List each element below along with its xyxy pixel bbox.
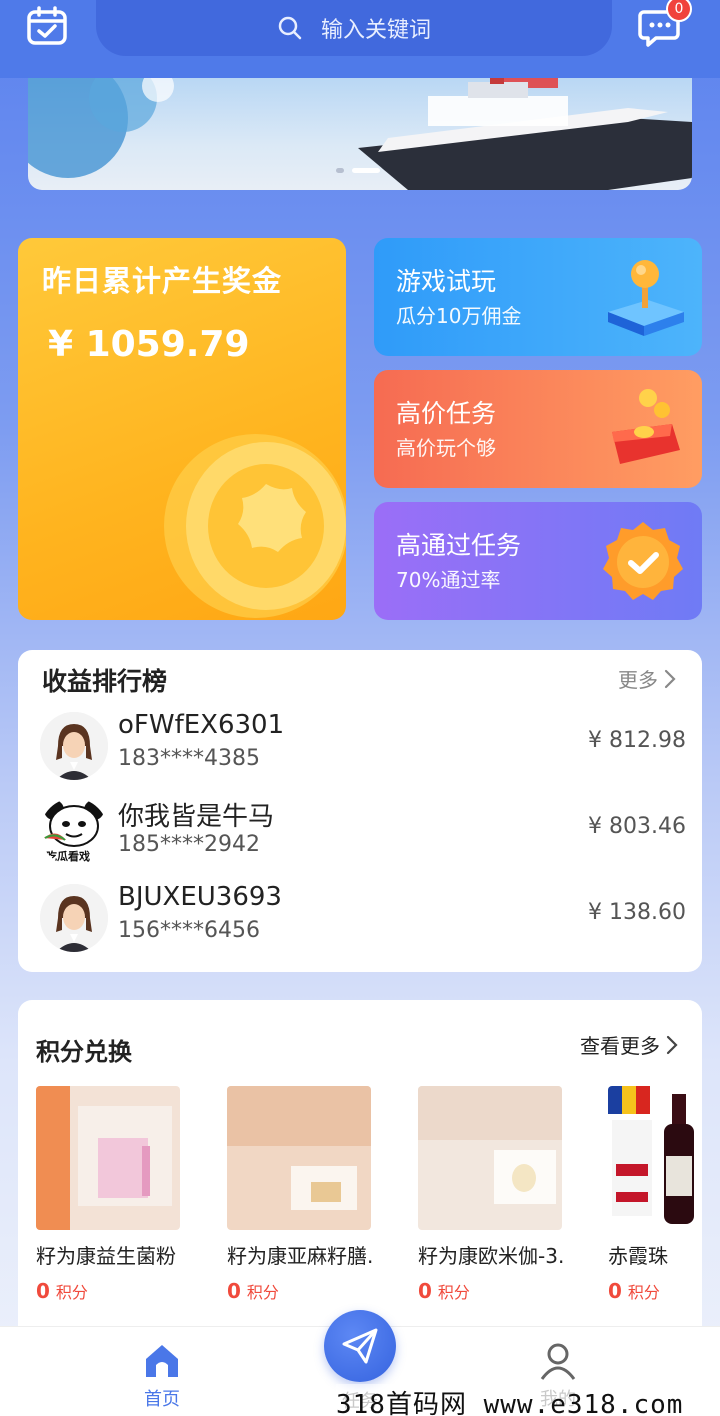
points-value: 0 [608, 1279, 622, 1303]
wallet-coins-icon [612, 389, 680, 464]
red-wine-product-image [608, 1086, 702, 1230]
joystick-icon [608, 260, 684, 336]
product-points: 0 积分 [36, 1279, 182, 1303]
earnings-ranking-panel: 收益排行榜 更多 oFWfEX6301 183****4385 ¥ 812.98 [18, 650, 702, 972]
task-fab-button[interactable] [324, 1310, 396, 1382]
chevron-right-icon [666, 1035, 678, 1054]
woman-avatar-icon [40, 712, 108, 780]
ranking-row[interactable]: oFWfEX6301 183****4385 ¥ 812.98 [40, 710, 686, 792]
search-bar[interactable]: 输入关键词 [96, 0, 612, 56]
game-trial-card[interactable]: 游戏试玩 瓜分10万佣金 [374, 238, 702, 356]
carousel-indicator [336, 168, 380, 173]
points-unit: 积分 [627, 1283, 660, 1302]
chevron-right-icon [664, 669, 676, 688]
ranking-title: 收益排行榜 [42, 667, 168, 696]
ranking-username: BJUXEU3693 [118, 882, 282, 912]
avatar-caption: 吃瓜看戏 [46, 850, 90, 863]
site-watermark: 318首码网 www.e318.com [336, 1384, 684, 1416]
product-points: 0 积分 [227, 1279, 373, 1303]
product-card[interactable]: 籽为康亚麻籽膳... 0 积分 [227, 1086, 373, 1303]
high-pass-task-card[interactable]: 高通过任务 70%通过率 [374, 502, 702, 620]
points-unit: 积分 [437, 1283, 470, 1302]
product-name: 籽为康益生菌粉 [36, 1244, 176, 1268]
paper-plane-icon [342, 1328, 378, 1364]
high-price-task-card[interactable]: 高价任务 高价玩个够 [374, 370, 702, 488]
carousel-dot[interactable] [336, 168, 344, 173]
ranking-row[interactable]: 吃瓜看戏 你我皆是牛马 185****2942 ¥ 803.46 [40, 798, 686, 878]
omega3-product-image [418, 1086, 562, 1230]
top-header: 输入关键词 0 [0, 0, 720, 78]
product-points: 0 积分 [418, 1279, 564, 1303]
points-more-label: 查看更多 [580, 1034, 660, 1058]
flaxseed-product-image [227, 1086, 371, 1230]
ranking-username: oFWfEX6301 [118, 710, 285, 740]
ranking-amount: ¥ 138.60 [588, 900, 686, 925]
home-icon [146, 1345, 178, 1377]
ranking-username: 你我皆是牛马 [118, 802, 275, 832]
task-subtitle: 70%通过率 [396, 568, 501, 592]
points-value: 0 [418, 1279, 432, 1303]
ranking-row[interactable]: BJUXEU3693 156****6456 ¥ 138.60 [40, 882, 686, 964]
ranking-amount: ¥ 803.46 [588, 814, 686, 839]
points-exchange-panel: 积分兑换 查看更多 籽为康益生菌粉 0 积分 籽为康亚麻籽膳... 0 积分 籽… [18, 1000, 702, 1326]
product-card[interactable]: 赤霞珠 0 积分 [608, 1086, 702, 1303]
points-value: 0 [36, 1279, 50, 1303]
product-name: 赤霞珠 [608, 1244, 668, 1268]
nav-home[interactable]: 首页 [112, 1341, 212, 1411]
task-title: 高价任务 [396, 399, 497, 428]
product-points: 0 积分 [608, 1279, 702, 1303]
bonus-title: 昨日累计产生奖金 [42, 264, 283, 298]
ranking-more-link[interactable]: 更多 [618, 664, 676, 693]
gold-coin-icon [164, 434, 346, 618]
user-icon [540, 1343, 576, 1380]
yesterday-bonus-card[interactable]: 昨日累计产生奖金 ¥ 1059.79 [18, 238, 346, 620]
nav-home-label: 首页 [144, 1389, 180, 1410]
probiotic-product-image [36, 1086, 180, 1230]
banner-carousel[interactable] [28, 78, 692, 190]
product-name: 籽为康欧米伽-3... [418, 1244, 564, 1268]
product-card[interactable]: 籽为康欧米伽-3... 0 积分 [418, 1086, 564, 1303]
cruise-ship-banner-image [28, 78, 692, 190]
points-title: 积分兑换 [36, 1038, 132, 1066]
search-placeholder: 输入关键词 [320, 18, 431, 43]
product-name: 籽为康亚麻籽膳... [227, 1244, 373, 1268]
panda-meme-avatar-icon: 吃瓜看戏 [40, 798, 108, 866]
task-title: 游戏试玩 [396, 267, 497, 296]
points-more-link[interactable]: 查看更多 [580, 1030, 678, 1059]
woman-avatar-icon [40, 884, 108, 952]
search-icon [278, 16, 302, 40]
ranking-amount: ¥ 812.98 [588, 728, 686, 753]
ranking-phone: 183****4385 [118, 746, 260, 771]
task-subtitle: 瓜分10万佣金 [396, 304, 522, 328]
points-value: 0 [227, 1279, 241, 1303]
ranking-more-label: 更多 [618, 668, 658, 692]
points-unit: 积分 [246, 1283, 279, 1302]
product-card[interactable]: 籽为康益生菌粉 0 积分 [36, 1086, 182, 1303]
task-subtitle: 高价玩个够 [396, 436, 496, 460]
points-unit: 积分 [55, 1283, 88, 1302]
carousel-dot-active[interactable] [352, 168, 380, 173]
task-title: 高通过任务 [396, 531, 522, 560]
check-badge-icon [603, 522, 683, 600]
message-badge: 0 [666, 0, 692, 22]
ranking-phone: 185****2942 [118, 832, 260, 857]
calendar-checkin-icon[interactable] [26, 6, 68, 46]
bonus-amount: ¥ 1059.79 [48, 324, 250, 365]
ranking-phone: 156****6456 [118, 918, 260, 943]
